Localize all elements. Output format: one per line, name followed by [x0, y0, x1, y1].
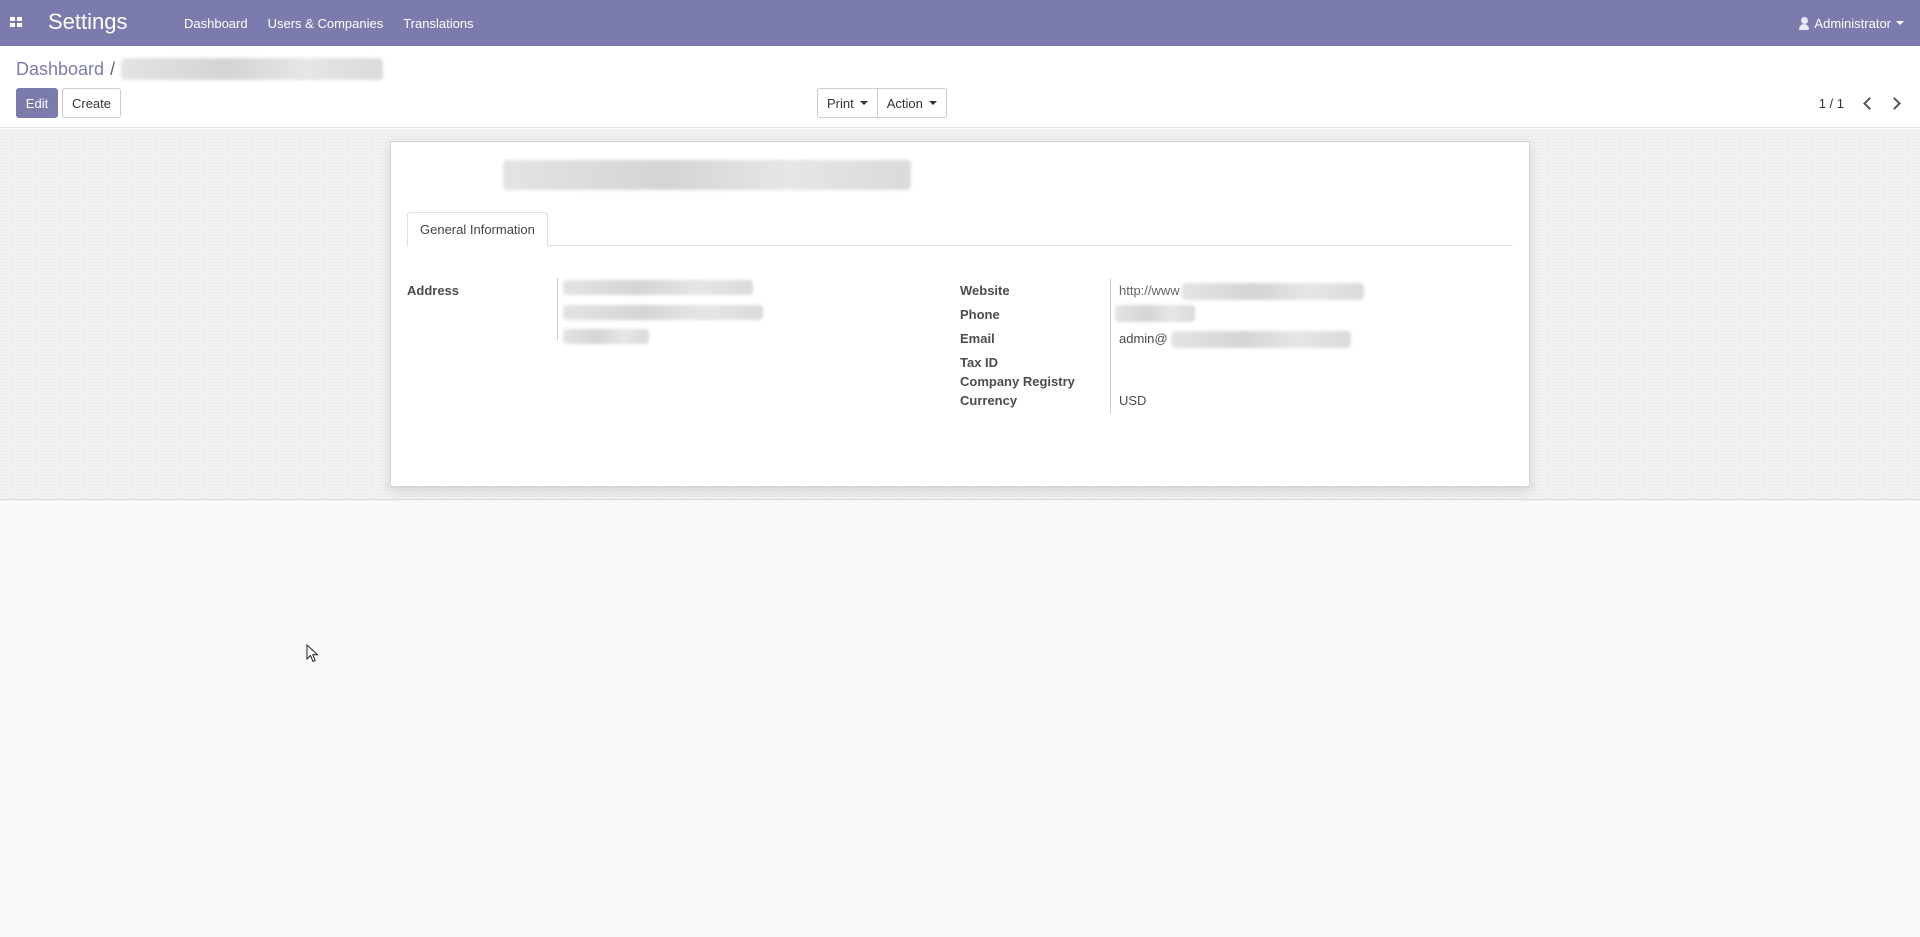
- divider: [1110, 279, 1111, 414]
- address-line-3-redacted: [563, 329, 649, 344]
- address-line-1-redacted: [563, 280, 753, 295]
- website-link[interactable]: http://www: [1119, 283, 1365, 301]
- address-label: Address: [407, 283, 460, 298]
- currency-label: Currency: [960, 393, 1018, 408]
- apps-grid-icon[interactable]: [10, 17, 22, 27]
- action-label: Action: [886, 95, 923, 111]
- email-redacted: [1171, 331, 1352, 349]
- action-dropdown[interactable]: Action: [877, 88, 947, 118]
- notebook-tabs: General Information: [407, 212, 1513, 247]
- action-buttons: Print Action: [817, 88, 947, 118]
- menu-item-dashboard[interactable]: Dashboard: [174, 16, 258, 31]
- mouse-cursor-icon: [306, 644, 319, 663]
- menu-item-translations[interactable]: Translations: [393, 16, 483, 31]
- print-label: Print: [827, 95, 854, 111]
- tab-general-information[interactable]: General Information: [407, 212, 548, 247]
- email-label: Email: [960, 331, 995, 346]
- chevron-right-icon[interactable]: [1890, 97, 1900, 109]
- breadcrumb-dashboard[interactable]: Dashboard: [16, 59, 104, 80]
- chevron-down-icon: [1896, 21, 1904, 25]
- website-redacted: [1182, 283, 1365, 301]
- main-menu: Dashboard Users & Companies Translations: [174, 0, 484, 46]
- divider: [557, 278, 558, 340]
- company-name-redacted: [503, 160, 911, 190]
- currency-value: USD: [1119, 393, 1147, 408]
- user-menu[interactable]: Administrator: [1799, 0, 1904, 46]
- form-sheet: General Information Address Website Phon…: [390, 141, 1530, 487]
- create-button[interactable]: Create: [62, 88, 121, 118]
- pager-value[interactable]: 1 / 1: [1819, 96, 1844, 111]
- website-value: http://www: [1119, 283, 1180, 298]
- website-label: Website: [960, 283, 1010, 298]
- control-panel: Dashboard / Edit Create Print Action 1 /…: [0, 46, 1920, 128]
- email-value: admin@: [1119, 331, 1168, 346]
- chevron-left-icon[interactable]: [1862, 97, 1872, 109]
- app-title: Settings: [48, 9, 128, 34]
- edit-button[interactable]: Edit: [16, 88, 58, 118]
- user-icon: [1799, 16, 1810, 30]
- menu-item-users-companies[interactable]: Users & Companies: [258, 16, 394, 31]
- address-line-2-redacted: [563, 305, 763, 320]
- pager: 1 / 1: [1819, 88, 1900, 118]
- breadcrumb-separator: /: [110, 58, 116, 79]
- breadcrumb: Dashboard /: [16, 58, 384, 80]
- user-name: Administrator: [1814, 15, 1891, 31]
- email-link[interactable]: admin@: [1119, 331, 1352, 349]
- tax-id-label: Tax ID: [960, 355, 999, 370]
- chevron-down-icon: [928, 101, 937, 105]
- breadcrumb-current-redacted: [121, 58, 384, 80]
- phone-label: Phone: [960, 307, 1000, 322]
- phone-value-redacted: [1115, 305, 1195, 322]
- print-dropdown[interactable]: Print: [817, 88, 878, 118]
- top-navbar: Settings Dashboard Users & Companies Tra…: [0, 0, 1920, 46]
- company-registry-label: Company Registry: [960, 374, 1075, 389]
- chevron-down-icon: [859, 101, 868, 105]
